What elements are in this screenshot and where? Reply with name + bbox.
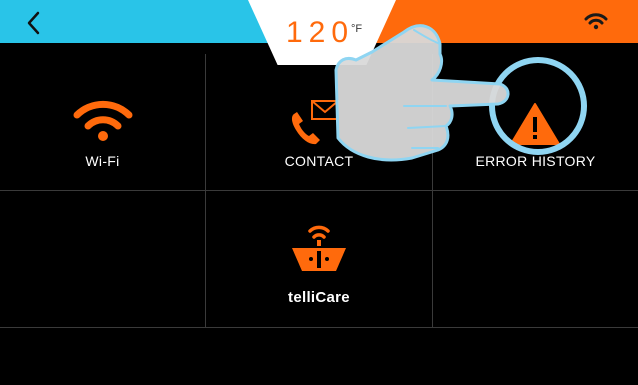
error-history-label: ERROR HISTORY	[475, 153, 596, 169]
screen: 120 °F Wi-Fi CONTACT ERROR HISTORY telli…	[0, 0, 638, 385]
tellicare-menu-item[interactable]: telliCare	[206, 191, 433, 328]
error-history-menu-item[interactable]: ERROR HISTORY	[433, 54, 638, 191]
empty-cell	[433, 191, 638, 328]
tellicare-label-bold: Care	[315, 289, 350, 306]
phone-envelope-icon	[291, 100, 339, 145]
back-button[interactable]	[20, 8, 50, 38]
temperature-value: 120	[286, 16, 355, 49]
warning-icon	[510, 103, 560, 145]
tellicare-label-regular: telli	[288, 289, 316, 306]
wifi-status-icon	[584, 13, 608, 30]
temperature-unit: °F	[351, 23, 363, 35]
menu-grid: Wi-Fi CONTACT ERROR HISTORY telliCare	[0, 54, 638, 328]
wifi-label: Wi-Fi	[85, 153, 120, 169]
contact-menu-item[interactable]: CONTACT	[206, 54, 433, 191]
tellicare-icon	[292, 225, 346, 271]
contact-label: CONTACT	[284, 153, 354, 169]
tellicare-label: telliCare	[206, 289, 432, 306]
wifi-menu-item[interactable]: Wi-Fi	[0, 54, 206, 191]
chevron-left-icon	[27, 11, 40, 35]
wifi-icon	[73, 100, 133, 141]
empty-cell	[0, 191, 206, 328]
